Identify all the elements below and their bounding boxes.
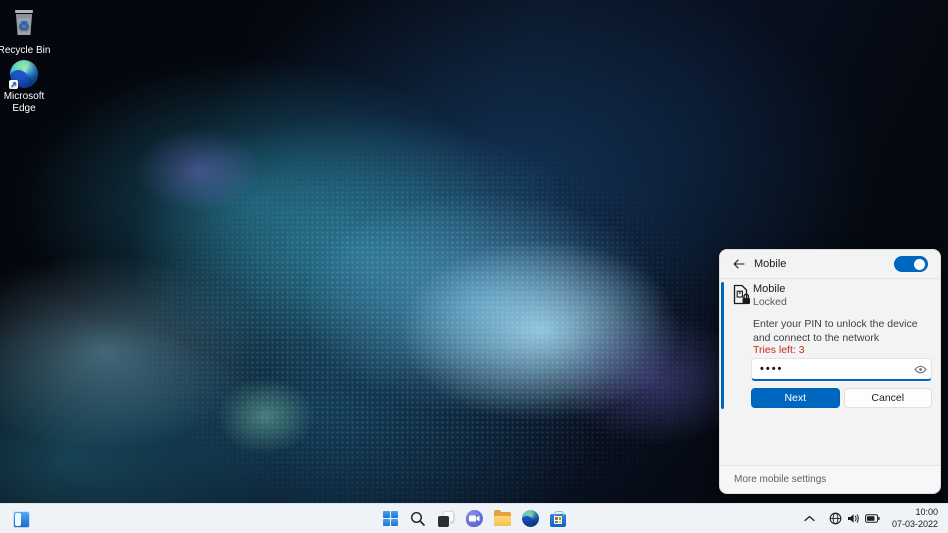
- edge-icon: [522, 510, 539, 527]
- clock-time: 10:00: [892, 507, 938, 518]
- edge-button[interactable]: [518, 506, 543, 531]
- desktop-icon-recycle-bin[interactable]: ♻ Recycle Bin: [0, 6, 52, 56]
- store-button[interactable]: [546, 506, 571, 531]
- task-view-button[interactable]: [434, 506, 459, 531]
- desktop-icon-label: Recycle Bin: [0, 45, 52, 57]
- tray-overflow-button[interactable]: [801, 508, 819, 530]
- more-mobile-settings-label: More mobile settings: [734, 474, 826, 485]
- shortcut-arrow-icon: ↗: [9, 80, 18, 89]
- quick-settings-button[interactable]: [823, 508, 886, 529]
- pin-buttons-row: Next Cancel: [751, 388, 932, 408]
- back-arrow-icon: [733, 259, 745, 269]
- sim-lock-icon: [731, 283, 751, 311]
- cancel-button[interactable]: Cancel: [844, 388, 933, 408]
- edge-icon: ↗: [10, 60, 38, 88]
- eye-icon: [914, 365, 927, 374]
- chat-icon: [466, 510, 483, 527]
- selection-accent-bar: [721, 282, 724, 409]
- connection-name: Mobile: [753, 283, 785, 295]
- reveal-password-button[interactable]: [913, 360, 927, 378]
- desktop-icon-microsoft-edge[interactable]: ↗ Microsoft Edge: [0, 60, 52, 114]
- recycle-bin-icon: ♻: [0, 6, 52, 42]
- clock[interactable]: 10:00 07-03-2022: [892, 507, 938, 530]
- back-button[interactable]: [728, 254, 750, 274]
- speaker-icon: [847, 513, 860, 524]
- flyout-title: Mobile: [754, 258, 786, 270]
- search-icon: [410, 511, 426, 527]
- chevron-up-icon: [804, 515, 815, 522]
- battery-icon: [865, 514, 880, 523]
- tries-left-text: Tries left: 3: [753, 344, 805, 356]
- mobile-network-flyout: Mobile Mobile Locked Enter your PIN to u…: [719, 249, 941, 494]
- globe-icon: [829, 512, 842, 525]
- flyout-header: Mobile: [720, 250, 940, 278]
- chat-button[interactable]: [462, 506, 487, 531]
- file-explorer-icon: [494, 512, 511, 526]
- pin-input-box: [751, 358, 932, 381]
- desktop-icon-label: Microsoft Edge: [0, 91, 52, 114]
- pin-input[interactable]: [752, 363, 913, 375]
- next-button[interactable]: Next: [751, 388, 840, 408]
- pin-prompt-text: Enter your PIN to unlock the device and …: [753, 318, 933, 346]
- svg-text:♻: ♻: [18, 19, 30, 34]
- start-button[interactable]: [378, 506, 403, 531]
- file-explorer-button[interactable]: [490, 506, 515, 531]
- mobile-toggle[interactable]: [894, 256, 928, 272]
- task-view-icon: [438, 511, 454, 527]
- start-icon: [383, 511, 398, 526]
- search-button[interactable]: [406, 506, 431, 531]
- connection-status: Locked: [753, 296, 787, 308]
- taskbar: 10:00 07-03-2022: [0, 503, 948, 533]
- system-tray: 10:00 07-03-2022: [801, 504, 948, 533]
- clock-date: 07-03-2022: [892, 519, 938, 530]
- header-divider: [720, 278, 940, 279]
- store-icon: [550, 514, 566, 527]
- toggle-knob: [914, 259, 925, 270]
- more-mobile-settings[interactable]: More mobile settings: [720, 465, 940, 493]
